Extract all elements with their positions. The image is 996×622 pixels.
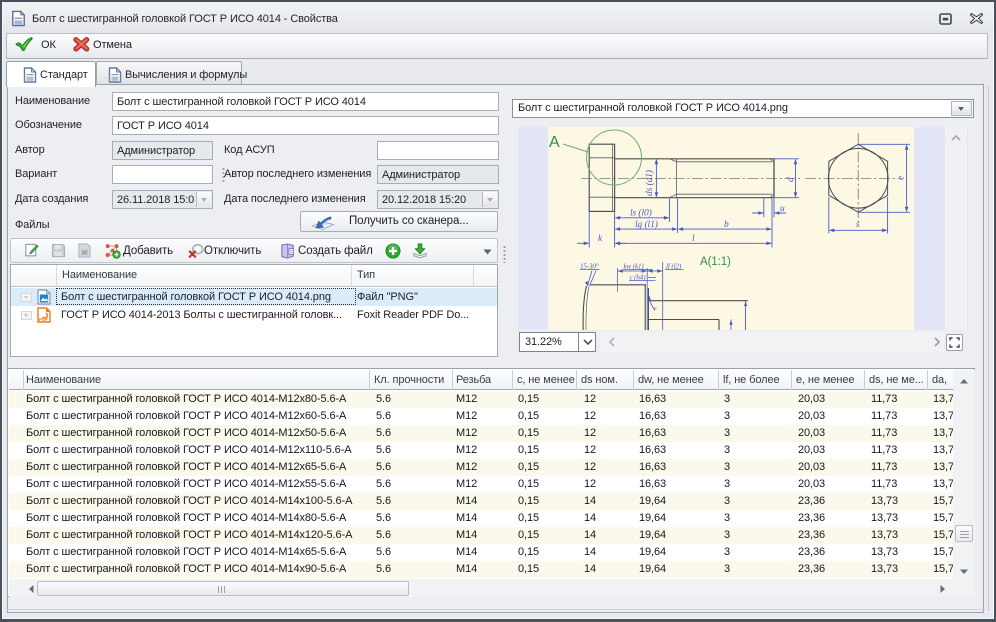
svg-text:d: d: [786, 177, 796, 182]
svg-text:ls (l0): ls (l0): [630, 208, 652, 219]
svg-text:A: A: [549, 134, 560, 151]
svg-text:c (h4): c (h4): [630, 274, 647, 282]
svg-text:b: b: [724, 220, 729, 230]
svg-text:A(1:1): A(1:1): [700, 256, 731, 268]
svg-text:lg (l1): lg (l1): [635, 219, 658, 230]
svg-text:PDF: PDF: [39, 317, 48, 322]
svg-text:lf (l2): lf (l2): [666, 263, 682, 271]
svg-text:e: e: [897, 176, 907, 180]
svg-text:u: u: [780, 204, 785, 214]
svg-text:ds (d1): ds (d1): [644, 170, 655, 196]
svg-text:s: s: [856, 220, 860, 230]
svg-text:r: r: [654, 305, 657, 313]
svg-text:kw (k1): kw (k1): [624, 263, 645, 271]
svg-text:15-30°: 15-30°: [580, 263, 599, 271]
